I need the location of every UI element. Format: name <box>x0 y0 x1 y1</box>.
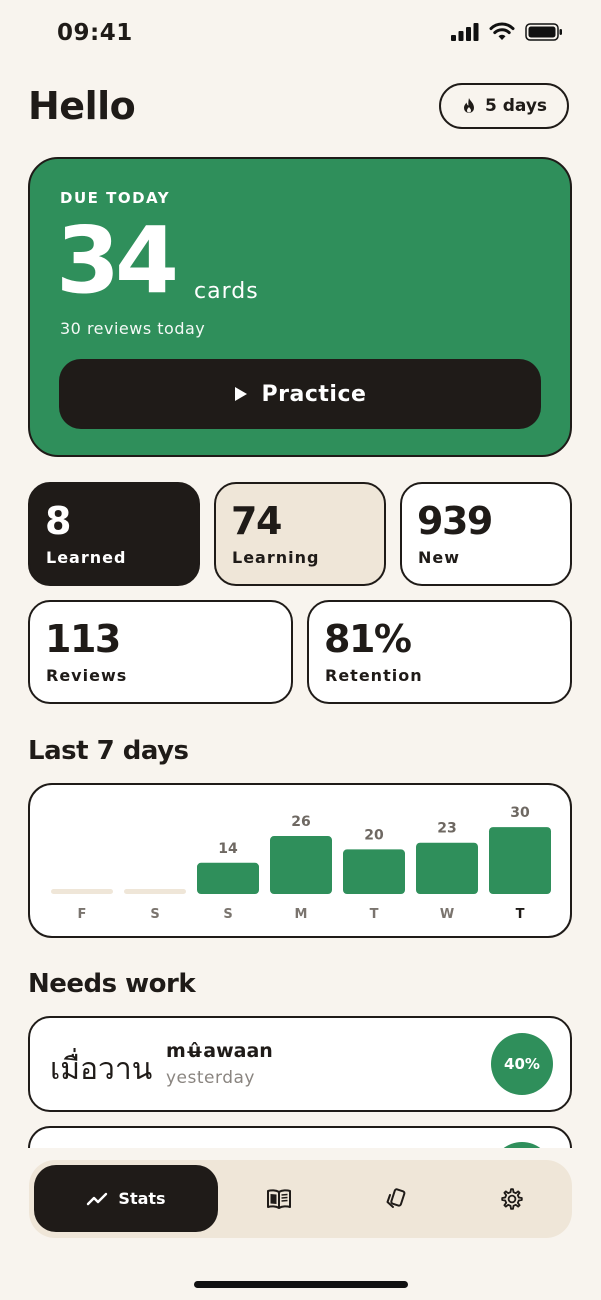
stat-value: 113 <box>45 617 121 661</box>
stat-label: Reviews <box>46 666 128 685</box>
gear-icon <box>501 1188 523 1210</box>
tab-stats[interactable]: Stats <box>34 1165 218 1232</box>
word-romanization: mʉ̂awaan <box>166 1040 273 1062</box>
practice-label: Practice <box>261 381 367 407</box>
word-meaning: yesterday <box>166 1068 255 1088</box>
chart-bar-5 <box>416 842 478 894</box>
chart-data-label-5: 23 <box>437 821 456 837</box>
home-indicator <box>194 1281 408 1288</box>
word-thai: เมื่อวาน <box>50 1052 153 1087</box>
tab-cards[interactable] <box>381 1184 411 1214</box>
practice-button[interactable]: Practice <box>59 359 541 429</box>
play-icon <box>234 387 247 401</box>
chart-bar-0 <box>51 889 113 894</box>
signal-icon <box>451 23 479 41</box>
chart-tick-label-1: S <box>150 907 159 922</box>
stat-label: Learned <box>46 548 127 567</box>
weekly-bar-chart: F S 14 S 26 M 20 T 23 W 30 T <box>51 805 551 922</box>
chart-bar-4 <box>343 849 405 894</box>
battery-icon <box>525 23 562 41</box>
chart-bar-2 <box>197 862 259 894</box>
stat-value: 8 <box>45 499 71 543</box>
stat-reviews[interactable]: 113 Reviews <box>28 600 293 704</box>
stat-label: Retention <box>325 666 423 685</box>
stat-new[interactable]: 939 New <box>400 482 572 586</box>
trend-icon <box>87 1192 108 1205</box>
chart-data-label-2: 14 <box>218 841 238 857</box>
stat-label: New <box>418 548 461 567</box>
last-7-days-title: Last 7 days <box>28 736 189 766</box>
word-card[interactable]: เมื่อวาน mʉ̂awaan yesterday 40% <box>28 1016 572 1112</box>
chart-data-label-4: 20 <box>364 827 384 843</box>
stat-learned[interactable]: 8 Learned <box>28 482 200 586</box>
chart-tick-label-5: W <box>440 907 454 922</box>
needs-work-title: Needs work <box>28 969 196 999</box>
chart-tick-label-2: S <box>223 907 232 922</box>
tab-bar: Stats <box>29 1160 572 1238</box>
cards-icon <box>386 1188 406 1208</box>
stat-retention[interactable]: 81% Retention <box>307 600 572 704</box>
due-unit: cards <box>194 279 259 304</box>
tab-settings[interactable] <box>497 1184 527 1214</box>
chart-tick-label-6: T <box>516 907 525 922</box>
book-icon <box>267 1189 291 1209</box>
tab-stats-label: Stats <box>118 1189 166 1208</box>
wifi-icon <box>489 22 515 40</box>
status-time: 09:41 <box>57 20 133 46</box>
greeting-title: Hello <box>28 84 136 128</box>
chart-bar-3 <box>270 836 332 894</box>
stat-learning[interactable]: 74 Learning <box>214 482 386 586</box>
due-label: DUE TODAY <box>60 189 171 207</box>
tab-library[interactable] <box>264 1184 294 1214</box>
stat-value: 74 <box>231 499 282 543</box>
chart-bar-1 <box>124 889 186 894</box>
stat-value: 939 <box>417 499 493 543</box>
chart-bar-6 <box>489 827 551 894</box>
reviews-today-text: 30 reviews today <box>60 319 206 338</box>
word-percent-badge: 40% <box>491 1033 553 1095</box>
due-count: 34 <box>56 207 179 314</box>
streak-label: 5 days <box>484 96 548 116</box>
due-today-card: DUE TODAY 34 cards 30 reviews today Prac… <box>28 157 572 457</box>
chart-tick-label-4: T <box>370 907 379 922</box>
status-icons <box>451 22 563 42</box>
flame-icon <box>463 98 474 113</box>
chart-tick-label-3: M <box>295 907 308 922</box>
chart-data-label-6: 30 <box>510 805 530 821</box>
streak-badge[interactable]: 5 days <box>439 83 569 129</box>
stat-label: Learning <box>232 548 320 567</box>
weekly-chart: F S 14 S 26 M 20 T 23 W 30 T <box>28 783 572 938</box>
stat-value: 81% <box>324 617 412 661</box>
chart-tick-label-0: F <box>78 907 87 922</box>
chart-data-label-3: 26 <box>291 814 310 830</box>
